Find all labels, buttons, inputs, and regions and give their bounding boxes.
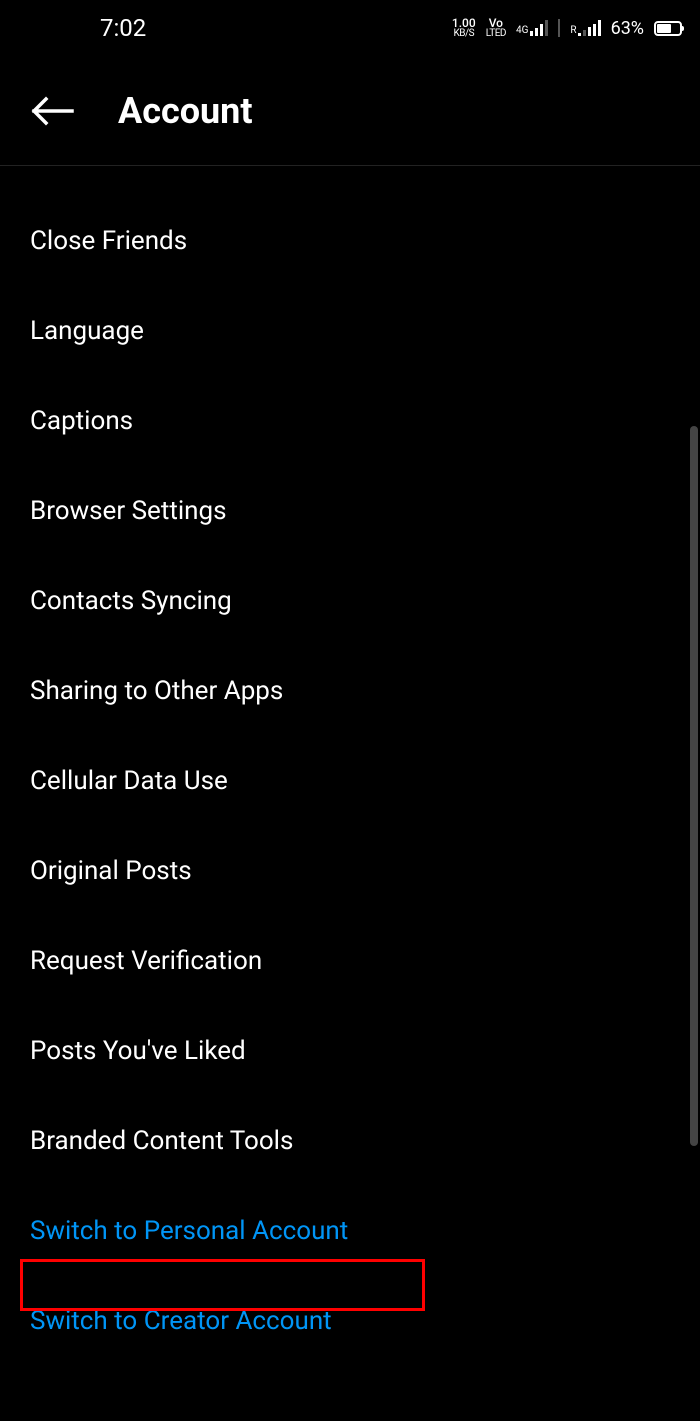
signal-1: 4G (516, 20, 548, 36)
list-item-browser-settings[interactable]: Browser Settings (0, 466, 700, 556)
page-title: Account (118, 90, 253, 132)
list-item-switch-to-personal-account[interactable]: Switch to Personal Account (0, 1186, 700, 1276)
status-time: 7:02 (100, 14, 146, 42)
list-item-close-friends[interactable]: Close Friends (0, 196, 700, 286)
list-item-cellular-data-use[interactable]: Cellular Data Use (0, 736, 700, 826)
battery-icon (654, 21, 682, 36)
status-indicators: 1.00 KB/S Vo LTED 4G R (452, 17, 682, 39)
status-bar: 7:02 1.00 KB/S Vo LTED 4G R (0, 0, 700, 56)
list-item-request-verification[interactable]: Request Verification (0, 916, 700, 1006)
scrollbar[interactable] (690, 426, 698, 1146)
list-item-sharing-to-other-apps[interactable]: Sharing to Other Apps (0, 646, 700, 736)
list-item-original-posts[interactable]: Original Posts (0, 826, 700, 916)
volte-indicator: Vo LTED (486, 17, 506, 39)
settings-list: Saved Close Friends Language Captions Br… (0, 166, 700, 1366)
battery-percentage: 63% (611, 18, 644, 39)
signal-2: R (570, 20, 600, 36)
list-item-posts-youve-liked[interactable]: Posts You've Liked (0, 1006, 700, 1096)
back-button[interactable] (30, 96, 74, 126)
list-item-captions[interactable]: Captions (0, 376, 700, 466)
list-item-language[interactable]: Language (0, 286, 700, 376)
list-item-contacts-syncing[interactable]: Contacts Syncing (0, 556, 700, 646)
list-item-branded-content-tools[interactable]: Branded Content Tools (0, 1096, 700, 1186)
header: Account (0, 56, 700, 166)
data-rate-indicator: 1.00 KB/S (452, 17, 476, 39)
list-item-saved[interactable]: Saved (0, 166, 700, 196)
content-scroll-area[interactable]: Saved Close Friends Language Captions Br… (0, 166, 700, 1421)
list-item-switch-to-creator-account[interactable]: Switch to Creator Account (0, 1276, 700, 1366)
arrow-left-icon (30, 96, 74, 126)
